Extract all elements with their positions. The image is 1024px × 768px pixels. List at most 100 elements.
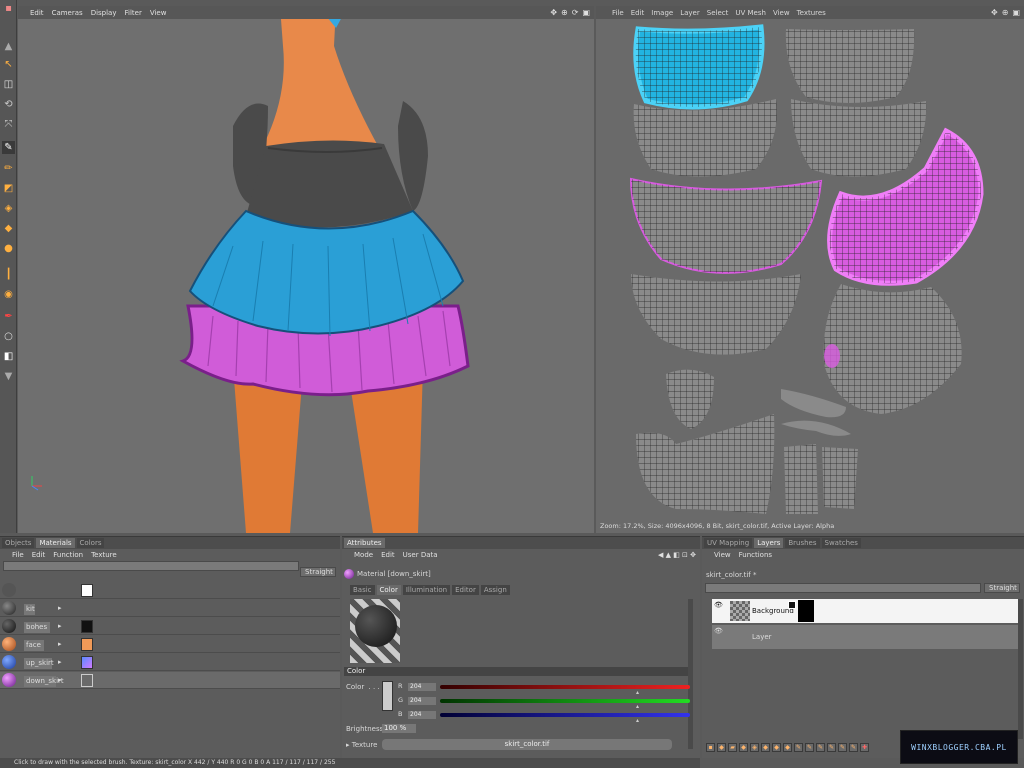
- uv-menu-image[interactable]: Image: [651, 9, 673, 17]
- brightness-value[interactable]: 100 %: [382, 724, 416, 733]
- scale-icon[interactable]: ⤧: [2, 118, 15, 131]
- chevron-right-icon[interactable]: ▸: [58, 622, 62, 630]
- visibility-eye-icon[interactable]: 👁: [714, 601, 723, 609]
- move-down-icon[interactable]: ✎: [827, 743, 836, 752]
- tab-brushes[interactable]: Brushes: [785, 538, 820, 548]
- uv-menu-uvmesh[interactable]: UV Mesh: [735, 9, 766, 17]
- tab-swatches[interactable]: Swatches: [821, 538, 861, 548]
- viewport-menu-cameras[interactable]: Cameras: [52, 9, 83, 17]
- new-icon[interactable]: ▪: [2, 2, 15, 15]
- tab-objects[interactable]: Objects: [2, 538, 35, 548]
- move-up-icon[interactable]: ✎: [816, 743, 825, 752]
- uv-menu-edit[interactable]: Edit: [631, 9, 645, 17]
- texture-field[interactable]: skirt_color.tif: [382, 739, 672, 750]
- uv-maximize-icon[interactable]: ▣: [1012, 8, 1020, 17]
- 3d-viewport[interactable]: [18, 6, 594, 533]
- folder-icon[interactable]: ▰: [728, 743, 737, 752]
- color-swatch[interactable]: [382, 681, 393, 711]
- blue-value[interactable]: 204: [408, 711, 436, 719]
- texture-swatch[interactable]: [81, 656, 93, 669]
- uv-zoom-icon[interactable]: ⊕: [1002, 8, 1009, 17]
- zoom-icon[interactable]: ⊕: [561, 8, 568, 17]
- tab-layers[interactable]: Layers: [754, 538, 784, 548]
- tab-colors[interactable]: Colors: [76, 538, 105, 548]
- viewport-menu-edit[interactable]: Edit: [30, 9, 44, 17]
- select-icon[interactable]: ↖: [2, 58, 15, 71]
- scroll-down-icon[interactable]: ▼: [2, 370, 15, 383]
- red-slider[interactable]: R 204 ▴: [398, 682, 698, 696]
- materials-filter-bar[interactable]: [3, 561, 299, 571]
- attributes-menu-userdata[interactable]: User Data: [403, 551, 438, 559]
- duplicate-layer-icon[interactable]: ◆: [717, 743, 726, 752]
- filter-icon[interactable]: ◆: [783, 743, 792, 752]
- texture-swatch[interactable]: [81, 638, 93, 651]
- expand-arrow-icon[interactable]: ▸: [346, 741, 350, 749]
- subtab-editor[interactable]: Editor: [452, 585, 479, 595]
- materials-blend-dropdown[interactable]: Straight: [300, 567, 336, 577]
- subtab-assign[interactable]: Assign: [480, 585, 510, 595]
- rotate-view-icon[interactable]: ⟳: [572, 8, 579, 17]
- green-value[interactable]: 204: [408, 697, 436, 705]
- layer-row-background[interactable]: 👁 Background: [712, 599, 1022, 623]
- drop-icon[interactable]: ●: [2, 242, 15, 255]
- delete-layer-icon[interactable]: ✚: [860, 743, 869, 752]
- fill-layer-icon[interactable]: ◈: [750, 743, 759, 752]
- attributes-scrollbar[interactable]: [688, 599, 693, 749]
- texture-swatch[interactable]: [81, 584, 93, 597]
- scroll-up-icon[interactable]: ▲: [2, 40, 15, 53]
- tab-uv-mapping[interactable]: UV Mapping: [704, 538, 753, 548]
- viewport-menu-filter[interactable]: Filter: [125, 9, 142, 17]
- materials-menu-texture[interactable]: Texture: [91, 551, 117, 559]
- texture-swatch[interactable]: [81, 620, 93, 633]
- uv-menu-select[interactable]: Select: [707, 9, 729, 17]
- uv-menu-view[interactable]: View: [773, 9, 790, 17]
- chevron-right-icon[interactable]: ▸: [58, 604, 62, 612]
- uv-menu-layer[interactable]: Layer: [680, 9, 700, 17]
- red-value[interactable]: 204: [408, 683, 436, 691]
- eraser-icon[interactable]: ◩: [2, 182, 15, 195]
- uv-editor-panel[interactable]: File Edit Image Layer Select UV Mesh Vie…: [596, 6, 1024, 533]
- live-select-icon[interactable]: ◫: [2, 78, 15, 91]
- paint-icon[interactable]: ✎: [838, 743, 847, 752]
- fill-icon[interactable]: ◈: [2, 202, 15, 215]
- list-item[interactable]: down_skirt ▸: [0, 672, 340, 689]
- magnify-icon[interactable]: ○: [2, 330, 15, 343]
- new-layer-icon[interactable]: ▪: [706, 743, 715, 752]
- move-icon[interactable]: ✥: [550, 8, 557, 17]
- layer-mask-icon[interactable]: [788, 601, 796, 609]
- list-item[interactable]: kit ▸: [0, 600, 340, 617]
- blue-slider-knob[interactable]: ▴: [636, 717, 639, 724]
- green-slider[interactable]: G 204 ▴: [398, 696, 698, 710]
- lock-icon[interactable]: ✎: [805, 743, 814, 752]
- layers-blend-dropdown[interactable]: Straight: [984, 583, 1020, 593]
- subtab-basic[interactable]: Basic: [350, 585, 375, 595]
- adjust-icon[interactable]: ◆: [761, 743, 770, 752]
- mask-icon[interactable]: ◆: [772, 743, 781, 752]
- uv-menu-file[interactable]: File: [612, 9, 624, 17]
- rotate-icon[interactable]: ⟲: [2, 98, 15, 111]
- blue-slider[interactable]: B 204 ▴: [398, 710, 698, 724]
- maximize-icon[interactable]: ▣: [582, 8, 590, 17]
- list-item[interactable]: bohes ▸: [0, 618, 340, 635]
- nav-arrows-icon[interactable]: ◀ ▲ ◧ ⊡ ✥: [658, 551, 696, 559]
- materials-menu-function[interactable]: Function: [53, 551, 83, 559]
- tab-materials[interactable]: Materials: [36, 538, 75, 548]
- uv-menu-textures[interactable]: Textures: [797, 9, 826, 17]
- stamp-icon[interactable]: ◉: [2, 288, 15, 301]
- layers-scrollbar[interactable]: [1018, 599, 1023, 739]
- merge-icon[interactable]: ◆: [739, 743, 748, 752]
- list-item[interactable]: face ▸: [0, 636, 340, 653]
- pencil-icon[interactable]: ✏: [2, 162, 15, 175]
- viewport-menu-display[interactable]: Display: [91, 9, 117, 17]
- attributes-menu-mode[interactable]: Mode: [354, 551, 373, 559]
- color-swap-icon[interactable]: ◧: [2, 350, 15, 363]
- chevron-right-icon[interactable]: ▸: [58, 658, 62, 666]
- list-item[interactable]: up_skirt ▸: [0, 654, 340, 671]
- layers-menu-view[interactable]: View: [714, 551, 731, 559]
- smudge-icon[interactable]: ◆: [2, 222, 15, 235]
- subtab-illumination[interactable]: Illumination: [402, 585, 451, 595]
- viewport-menu-view[interactable]: View: [150, 9, 167, 17]
- tab-attributes[interactable]: Attributes: [344, 538, 385, 548]
- eyedropper-icon[interactable]: ✒: [2, 310, 15, 323]
- green-slider-knob[interactable]: ▴: [636, 703, 639, 710]
